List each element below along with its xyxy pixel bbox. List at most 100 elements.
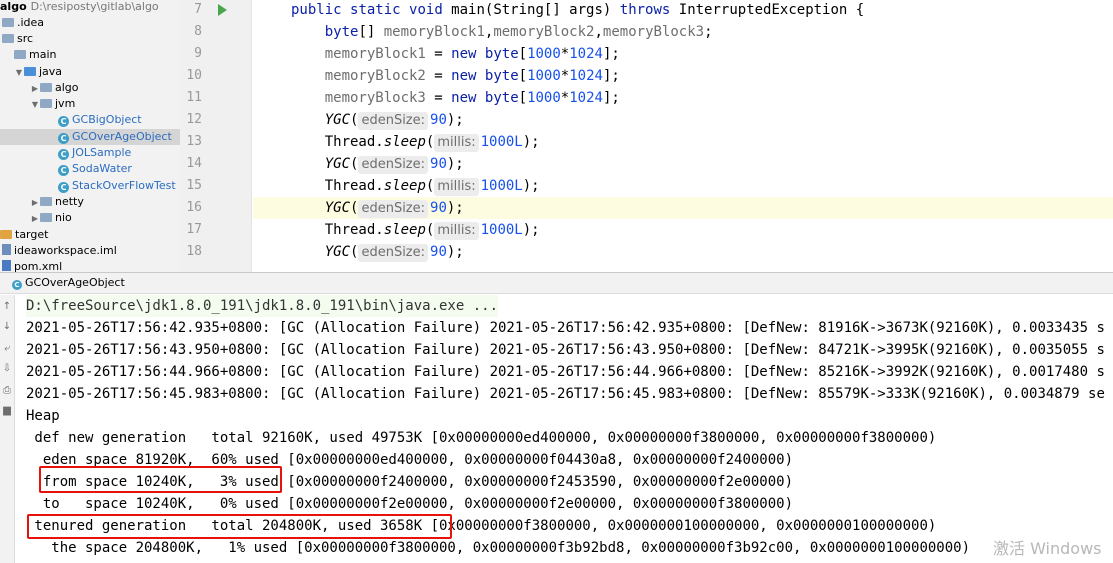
param-hint: millis: (434, 222, 479, 240)
code-line-13: Thread.sleep(millis: 1000L); (324, 134, 540, 152)
console-line: Heap (26, 408, 60, 424)
chevron-down-icon[interactable]: ▼ (14, 65, 24, 81)
code-line-18: YGC(edenSize: 90); (324, 244, 464, 262)
param-hint: millis: (434, 178, 479, 196)
line-number: 13 (186, 134, 202, 149)
tree-item-target[interactable]: target (0, 227, 180, 243)
tree-item-label: JOLSample (72, 146, 132, 159)
console-line: eden space 81920K, 60% used [0x00000000e… (26, 452, 794, 468)
code-editor[interactable]: public static void main(String[] args) t… (253, 0, 1113, 272)
param-hint: edenSize: (358, 244, 429, 262)
tree-item-label: pom.xml (14, 260, 63, 272)
tree-item-stackoverflowtest[interactable]: C StackOverFlowTest (0, 178, 180, 194)
console-line: 2021-05-26T17:56:43.950+0800: [GC (Alloc… (26, 342, 1105, 358)
project-path: D:\resiposty\gitlab\algo (30, 0, 159, 13)
run-tab-label: GCOverAgeObject (25, 276, 125, 289)
line-number: 17 (186, 222, 202, 237)
tree-item-main[interactable]: main (0, 47, 180, 63)
tree-item-gcbigobject[interactable]: C GCBigObject (0, 112, 180, 128)
class-icon: C (58, 149, 69, 160)
folder-icon (2, 34, 14, 43)
tree-item-label: nio (55, 211, 72, 224)
console-line: 2021-05-26T17:56:42.935+0800: [GC (Alloc… (26, 320, 1105, 336)
tree-item-netty[interactable]: ▶ netty (0, 194, 180, 210)
run-tab[interactable]: C GCOverAgeObject (8, 273, 131, 294)
folder-icon (0, 230, 12, 239)
run-toolbar: ↑ ↓ ⤶ ⇩ ⎙ ▆ (0, 295, 15, 563)
line-number: 16 (186, 200, 202, 215)
arrow-down-icon[interactable]: ↓ (2, 321, 12, 333)
tree-item-label: target (15, 228, 49, 241)
class-icon: C (58, 182, 69, 193)
code-line-12: YGC(edenSize: 90); (324, 112, 464, 130)
tree-item-label: StackOverFlowTest (72, 179, 176, 192)
param-hint: millis: (434, 134, 479, 152)
class-icon: C (12, 280, 22, 290)
tree-item-label: .idea (17, 16, 45, 29)
folder-icon (2, 18, 14, 27)
chevron-right-icon[interactable]: ▶ (30, 211, 40, 227)
tree-item-java[interactable]: ▼ java (0, 64, 180, 80)
tree-item-gcoverageobject[interactable]: C GCOverAgeObject (0, 129, 180, 145)
package-icon (40, 99, 52, 108)
arrow-up-icon[interactable]: ↑ (2, 301, 12, 313)
tree-item-pom[interactable]: pom.xml (0, 259, 180, 272)
line-number: 14 (186, 156, 202, 171)
line-number: 12 (186, 112, 202, 127)
project-tree: algo D:\resiposty\gitlab\algo .idea src m… (0, 0, 180, 272)
run-icon[interactable] (218, 4, 227, 16)
code-line-10: memoryBlock2 = new byte[1000*1024]; (324, 68, 620, 84)
chevron-right-icon[interactable]: ▶ (30, 195, 40, 211)
line-number: 18 (186, 244, 202, 259)
tree-item-algo[interactable]: ▶ algo (0, 80, 180, 96)
tree-item-sodawater[interactable]: C SodaWater (0, 161, 180, 177)
tree-item-jolsample[interactable]: C JOLSample (0, 145, 180, 161)
chevron-down-icon[interactable]: ▼ (30, 97, 40, 113)
code-line-16: YGC(edenSize: 90); (253, 197, 1113, 219)
console-line: D:\freeSource\jdk1.8.0_191\jdk1.8.0_191\… (26, 295, 499, 317)
package-icon (40, 83, 52, 92)
line-number: 11 (186, 90, 202, 105)
chevron-right-icon[interactable]: ▶ (30, 81, 40, 97)
code-line-7: public static void main(String[] args) t… (291, 2, 865, 18)
console-output[interactable]: D:\freeSource\jdk1.8.0_191\jdk1.8.0_191\… (16, 295, 1113, 563)
class-icon: C (58, 133, 69, 144)
line-number: 15 (186, 178, 202, 193)
code-line-15: Thread.sleep(millis: 1000L); (324, 178, 540, 196)
trash-icon[interactable]: ▆ (2, 405, 12, 417)
source-folder-icon (24, 67, 36, 76)
tree-item-label: netty (55, 195, 84, 208)
tree-item-label: ideaworkspace.iml (14, 244, 117, 257)
tree-item-src[interactable]: src (0, 31, 180, 47)
param-hint: edenSize: (358, 156, 429, 174)
tree-item-label: SodaWater (72, 162, 132, 175)
tree-item-label: algo (55, 81, 79, 94)
console-line: the space 204800K, 1% used [0x00000000f3… (26, 540, 971, 556)
console-line: to space 10240K, 0% used [0x00000000f2e0… (26, 496, 794, 512)
line-number: 7 (194, 2, 202, 17)
console-line: from space 10240K, 3% used [0x00000000f2… (26, 474, 794, 490)
class-icon: C (58, 116, 69, 127)
console-line: def new generation total 92160K, used 49… (26, 430, 937, 446)
maven-file-icon (2, 260, 11, 271)
code-line-14: YGC(edenSize: 90); (324, 156, 464, 174)
run-tool-window-header: C GCOverAgeObject (0, 272, 1113, 294)
tree-item-iml[interactable]: ideaworkspace.iml (0, 243, 180, 259)
line-number: 10 (186, 68, 202, 83)
tree-item-label: GCBigObject (72, 113, 142, 126)
console-line: tenured generation total 204800K, used 3… (26, 518, 937, 534)
tree-root[interactable]: algo D:\resiposty\gitlab\algo (0, 0, 180, 15)
scroll-to-end-icon[interactable]: ⇩ (2, 363, 12, 375)
tree-item-label: java (39, 65, 63, 78)
soft-wrap-icon[interactable]: ⤶ (2, 343, 12, 355)
tree-item-nio[interactable]: ▶ nio (0, 210, 180, 226)
console-line: 2021-05-26T17:56:45.983+0800: [GC (Alloc… (26, 386, 1105, 402)
tree-item-label: jvm (55, 97, 76, 110)
tree-item-label: main (29, 48, 57, 61)
tree-item-jvm[interactable]: ▼ jvm (0, 96, 180, 112)
tree-item-label: src (17, 32, 34, 45)
tree-item-label: GCOverAgeObject (72, 130, 172, 143)
tree-item-idea[interactable]: .idea (0, 15, 180, 31)
print-icon[interactable]: ⎙ (2, 385, 12, 397)
code-line-9: memoryBlock1 = new byte[1000*1024]; (324, 46, 620, 62)
